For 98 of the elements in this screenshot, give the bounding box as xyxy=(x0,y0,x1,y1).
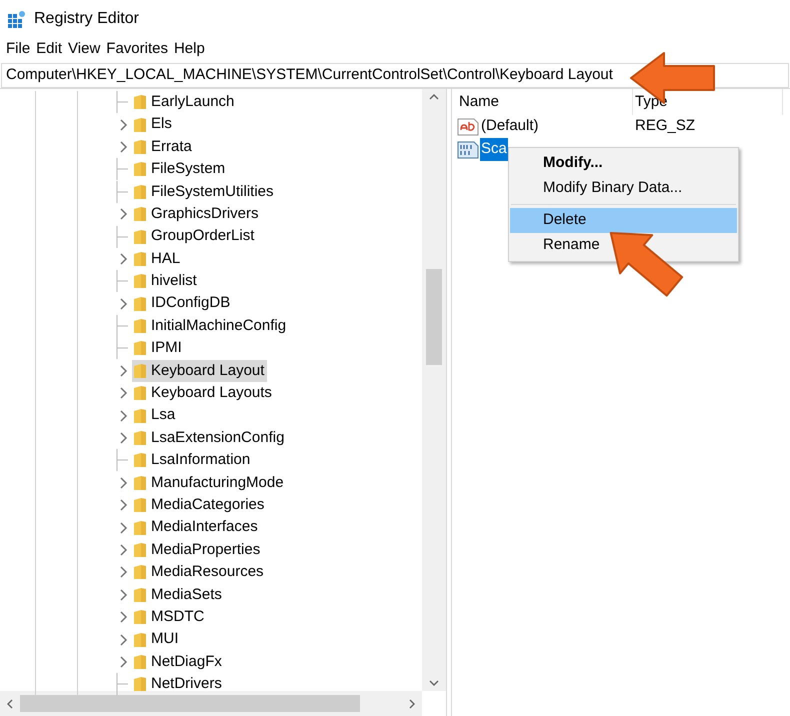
tree-item[interactable]: MediaResources xyxy=(132,561,267,584)
chevron-right-icon[interactable] xyxy=(120,387,128,400)
folder-icon xyxy=(133,430,147,446)
chevron-right-icon[interactable] xyxy=(120,432,128,444)
chevron-right-icon[interactable] xyxy=(120,656,128,668)
folder-icon xyxy=(133,138,147,155)
folder-icon xyxy=(133,228,147,245)
column-header[interactable]: Name xyxy=(457,89,633,115)
folder-icon xyxy=(133,408,147,424)
chevron-right-icon[interactable] xyxy=(408,698,416,708)
folder-icon xyxy=(133,609,147,626)
tree-item[interactable]: NetDrivers xyxy=(132,673,225,696)
binary-value-icon xyxy=(457,140,479,160)
folder-icon xyxy=(133,654,147,670)
tree-item[interactable]: FileSystemUtilities xyxy=(132,180,277,203)
menu-item[interactable]: Edit xyxy=(33,38,66,60)
scroll-thumb[interactable] xyxy=(20,695,360,712)
folder-icon xyxy=(133,520,147,536)
folder-icon xyxy=(133,385,147,402)
tree-item[interactable]: IDConfigDB xyxy=(132,292,234,315)
menu-item[interactable]: Modify... xyxy=(510,151,737,176)
folder-icon xyxy=(133,564,147,580)
tree-item[interactable]: NetDiagFx xyxy=(132,650,225,674)
tree-item[interactable]: Els xyxy=(132,113,175,136)
chevron-right-icon[interactable] xyxy=(120,208,128,220)
folder-icon xyxy=(133,116,147,133)
chevron-down-icon[interactable] xyxy=(429,679,439,687)
chevron-up-icon[interactable] xyxy=(429,93,439,101)
tree-item[interactable]: MediaCategories xyxy=(132,494,268,516)
menu-item[interactable]: File xyxy=(3,38,34,60)
tree-item[interactable]: HAL xyxy=(132,248,184,270)
folder-icon xyxy=(133,676,147,692)
folder-icon xyxy=(133,206,147,222)
tree-item[interactable]: MSDTC xyxy=(132,606,208,628)
menu-item[interactable]: Favorites xyxy=(103,38,171,60)
value-type: REG_SZ xyxy=(634,116,696,136)
tree-item[interactable]: ManufacturingMode xyxy=(132,472,287,494)
menu-item[interactable]: View xyxy=(65,38,104,60)
tree-item[interactable]: Lsa xyxy=(132,404,178,427)
address-bar[interactable]: Computer\HKEY_LOCAL_MACHINE\SYSTEM\CurrentControlSet\Control\Keyboard Layout xyxy=(1,63,789,88)
folder-icon xyxy=(133,474,147,491)
chevron-right-icon[interactable] xyxy=(120,364,128,377)
tree-item[interactable]: Errata xyxy=(132,136,195,158)
string-value-icon xyxy=(457,116,479,136)
tree-item[interactable]: LsaExtensionConfig xyxy=(132,426,288,450)
folder-icon xyxy=(133,318,147,334)
tree-item[interactable]: Keyboard Layout xyxy=(132,360,268,382)
chevron-right-icon[interactable] xyxy=(120,588,128,601)
chevron-right-icon[interactable] xyxy=(120,566,128,578)
chevron-right-icon[interactable] xyxy=(120,410,128,422)
chevron-right-icon[interactable] xyxy=(120,252,128,265)
scroll-thumb[interactable] xyxy=(426,269,442,365)
folder-icon xyxy=(133,586,147,603)
tree-item[interactable]: InitialMachineConfig xyxy=(132,314,290,338)
chevron-right-icon[interactable] xyxy=(120,634,128,646)
tree-item[interactable]: FileSystem xyxy=(132,158,228,181)
chevron-right-icon[interactable] xyxy=(120,544,128,556)
chevron-right-icon[interactable] xyxy=(120,298,128,310)
folder-icon xyxy=(133,362,147,379)
chevron-left-icon[interactable] xyxy=(6,698,14,708)
folder-icon xyxy=(133,94,147,110)
folder-icon xyxy=(133,340,147,356)
chevron-right-icon[interactable] xyxy=(120,140,128,153)
folder-icon xyxy=(133,161,147,178)
tree-item[interactable]: hivelist xyxy=(132,270,200,293)
tree-item[interactable]: MediaProperties xyxy=(132,538,264,562)
chevron-right-icon[interactable] xyxy=(120,499,128,512)
value-name[interactable]: (Default) xyxy=(480,115,540,138)
folder-icon xyxy=(133,296,147,312)
menu-item[interactable]: Modify Binary Data... xyxy=(510,176,737,201)
chevron-right-icon[interactable] xyxy=(120,118,128,131)
tree-item[interactable]: LsaInformation xyxy=(132,449,254,472)
registry-editor-icon xyxy=(8,10,26,28)
folder-icon xyxy=(133,273,147,290)
window-title: Registry Editor xyxy=(34,8,139,28)
tree-item[interactable]: Keyboard Layouts xyxy=(132,382,275,404)
menu-item[interactable]: Help xyxy=(170,38,208,60)
tree-item[interactable]: MediaSets xyxy=(132,584,225,606)
value-name[interactable]: Sca xyxy=(480,138,508,161)
chevron-right-icon[interactable] xyxy=(120,611,128,624)
folder-icon xyxy=(133,452,147,468)
tree-item[interactable]: EarlyLaunch xyxy=(132,91,238,114)
menu-item[interactable]: Rename xyxy=(510,233,737,258)
tree-item[interactable]: MUI xyxy=(132,628,182,651)
tree-item[interactable]: GraphicsDrivers xyxy=(132,202,262,226)
folder-icon xyxy=(133,184,147,200)
folder-icon xyxy=(133,542,147,558)
tree-item[interactable]: GroupOrderList xyxy=(132,225,258,248)
folder-icon xyxy=(133,632,147,648)
menu-item[interactable]: Delete xyxy=(510,208,737,233)
folder-icon xyxy=(133,497,147,514)
vertical-scrollbar[interactable] xyxy=(422,89,446,691)
tree-item[interactable]: IPMI xyxy=(132,337,185,360)
horizontal-scrollbar[interactable] xyxy=(0,691,422,716)
chevron-right-icon[interactable] xyxy=(120,476,128,489)
chevron-right-icon[interactable] xyxy=(120,522,128,534)
tree-item[interactable]: MediaInterfaces xyxy=(132,516,261,539)
folder-icon xyxy=(133,250,147,267)
